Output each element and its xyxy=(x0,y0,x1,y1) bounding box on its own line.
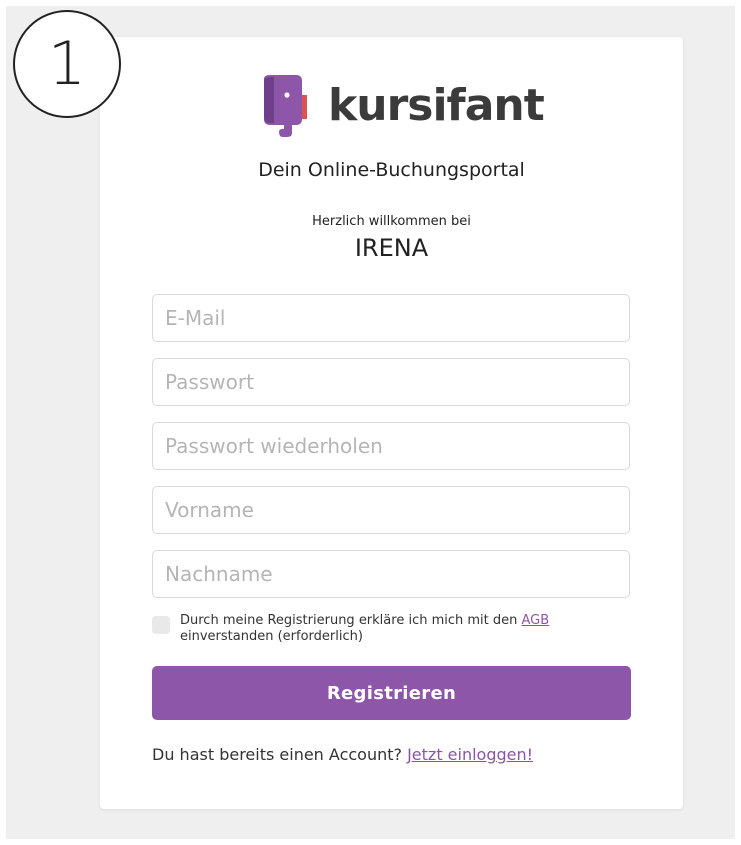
register-button[interactable]: Registrieren xyxy=(152,666,631,720)
login-prompt-text: Du hast bereits einen Account? xyxy=(152,745,408,764)
brand-tagline: Dein Online-Buchungsportal xyxy=(258,159,525,181)
brand-name: kursifant xyxy=(328,80,545,131)
login-link[interactable]: Jetzt einloggen! xyxy=(407,745,533,764)
agb-text-after: einverstanden (erforderlich) xyxy=(180,629,363,644)
firstname-field[interactable] xyxy=(152,486,630,534)
kursifant-elephant-logo-icon xyxy=(264,75,307,137)
agb-consent-text: Durch meine Registrierung erkläre ich mi… xyxy=(180,613,620,645)
welcome-text: Herzlich willkommen bei xyxy=(312,214,471,229)
step-number: 1 xyxy=(47,29,87,99)
password-field[interactable] xyxy=(152,358,630,406)
organization-name: IRENA xyxy=(354,234,429,262)
brand-logo: kursifant xyxy=(260,75,545,139)
agb-checkbox[interactable] xyxy=(152,616,170,634)
agb-link[interactable]: AGB xyxy=(522,613,550,628)
step-number-badge: 1 xyxy=(13,10,121,118)
registration-card: kursifant Dein Online-Buchungsportal Her… xyxy=(100,37,683,809)
email-field[interactable] xyxy=(152,294,630,342)
agb-consent: Durch meine Registrierung erkläre ich mi… xyxy=(152,613,630,653)
password-repeat-field[interactable] xyxy=(152,422,630,470)
lastname-field[interactable] xyxy=(152,550,630,598)
agb-text-before: Durch meine Registrierung erkläre ich mi… xyxy=(180,613,522,628)
login-prompt: Du hast bereits einen Account? Jetzt ein… xyxy=(152,745,533,764)
